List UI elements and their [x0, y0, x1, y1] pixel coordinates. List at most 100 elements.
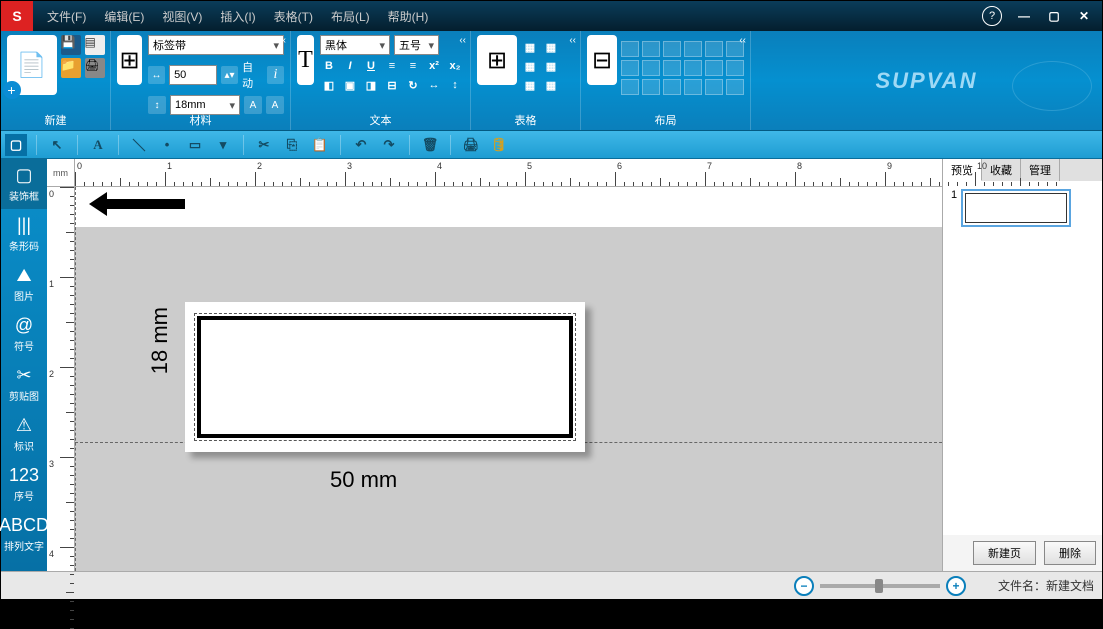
align-button[interactable] [705, 60, 723, 76]
width-field[interactable]: 50 [169, 65, 217, 85]
underline-button[interactable]: U [362, 58, 380, 74]
align-button[interactable] [705, 79, 723, 95]
insert-col-button[interactable]: ▦ [521, 58, 539, 74]
folder-icon[interactable]: 📁 [61, 58, 81, 78]
help-icon[interactable]: ? [982, 6, 1002, 26]
material-icon[interactable]: ⊞ [117, 35, 142, 85]
bold-button[interactable]: B [320, 58, 338, 74]
menu-view[interactable]: 视图(V) [156, 4, 208, 29]
shape-dropdown[interactable]: ▾ [212, 134, 234, 156]
text-tool[interactable]: A [87, 134, 109, 156]
align-button[interactable] [726, 60, 744, 76]
align-button[interactable] [705, 41, 723, 57]
merge-button[interactable]: ▦ [521, 77, 539, 93]
collapse-icon[interactable]: ‹‹ [279, 35, 286, 46]
align-button[interactable] [684, 41, 702, 57]
align-button[interactable] [684, 60, 702, 76]
align-button[interactable] [642, 79, 660, 95]
sidebar-item-7[interactable]: ABCD排列文字 [1, 509, 47, 559]
justify-right-button[interactable]: ◨ [362, 77, 380, 93]
align-button[interactable] [726, 79, 744, 95]
table-tool-icon[interactable]: ⊞ [477, 35, 517, 85]
sidebar-item-4[interactable]: ✂剪贴图 [1, 359, 47, 409]
superscript-button[interactable]: x² [425, 58, 443, 74]
spacing2-button[interactable]: ↕ [446, 77, 464, 93]
restore-button[interactable]: ▢ [1040, 6, 1068, 26]
insert-row-button[interactable]: ▦ [521, 39, 539, 55]
font-combo[interactable]: 黑体▾ [320, 35, 390, 55]
cut-button[interactable]: ✂ [253, 134, 275, 156]
collapse-icon-2[interactable]: ‹‹ [459, 35, 466, 46]
align-button[interactable] [621, 41, 639, 57]
collapse-icon-4[interactable]: ‹‹ [739, 35, 746, 46]
collapse-icon-3[interactable]: ‹‹ [569, 35, 576, 46]
menu-insert[interactable]: 插入(I) [214, 4, 261, 29]
align-center-button[interactable]: ≡ [404, 58, 422, 74]
menu-table[interactable]: 表格(T) [268, 4, 319, 29]
new-page-button[interactable]: 新建页 [973, 541, 1036, 565]
print-icon[interactable]: 🖨 [85, 58, 105, 78]
delete-page-button[interactable]: 删除 [1044, 541, 1096, 565]
sidebar-item-6[interactable]: 123序号 [1, 459, 47, 509]
print-button[interactable]: 🖨 [460, 134, 482, 156]
decor-frame-shortcut[interactable]: ▢ [5, 134, 27, 156]
menu-layout[interactable]: 布局(L) [325, 4, 376, 29]
align-button[interactable] [642, 41, 660, 57]
subscript-button[interactable]: x₂ [446, 58, 464, 74]
sidebar-item-1[interactable]: |||条形码 [1, 209, 47, 259]
layout-tool-icon[interactable]: ⊟ [587, 35, 617, 85]
sidebar-item-2[interactable]: ⛰图片 [1, 259, 47, 309]
justify-center-button[interactable]: ▣ [341, 77, 359, 93]
label-object[interactable] [185, 302, 585, 452]
italic-button[interactable]: I [341, 58, 359, 74]
fontsize-combo[interactable]: 五号▾ [394, 35, 439, 55]
minimize-button[interactable]: — [1010, 6, 1038, 26]
sidebar-item-5[interactable]: ⚠标识 [1, 409, 47, 459]
close-button[interactable]: ✕ [1070, 6, 1098, 26]
pointer-tool[interactable]: ↖ [46, 134, 68, 156]
zoom-in-button[interactable]: + [946, 576, 966, 596]
sidebar-item-3[interactable]: @符号 [1, 309, 47, 359]
database-button[interactable]: 🛢 [488, 134, 510, 156]
copy-button[interactable]: ⎘ [281, 134, 303, 156]
delete-col-button[interactable]: ▦ [542, 58, 560, 74]
line-tool[interactable]: ＼ [128, 134, 150, 156]
info-icon[interactable]: i [267, 66, 284, 84]
sidebar-item-0[interactable]: ▢装饰框 [1, 159, 47, 209]
align-button[interactable] [663, 60, 681, 76]
tab-manage[interactable]: 管理 [1021, 159, 1060, 181]
width-spin[interactable]: ▴▾ [221, 66, 238, 84]
page-thumbnail[interactable] [961, 189, 1071, 227]
menu-edit[interactable]: 编辑(E) [98, 4, 150, 29]
redo-button[interactable]: ↷ [378, 134, 400, 156]
align-left-button[interactable]: ≡ [383, 58, 401, 74]
undo-button[interactable]: ↶ [350, 134, 372, 156]
justify-left-button[interactable]: ◧ [320, 77, 338, 93]
new-document-button[interactable]: 📄 [7, 35, 57, 95]
align-button[interactable] [621, 79, 639, 95]
doc-icon[interactable]: ▤ [85, 35, 105, 55]
save-icon[interactable]: 💾 [61, 35, 81, 55]
rotate-button[interactable]: ↻ [404, 77, 422, 93]
text-tool-icon[interactable]: T [297, 35, 314, 85]
delete-button[interactable]: 🗑 [419, 134, 441, 156]
design-canvas[interactable]: 18 mm 50 mm [75, 187, 942, 571]
spacing1-button[interactable]: ↔ [425, 77, 443, 93]
split-button[interactable]: ▦ [542, 77, 560, 93]
tape-type-combo[interactable]: 标签带▾ [148, 35, 284, 55]
align-button[interactable] [621, 60, 639, 76]
rect-tool[interactable]: ▭ [184, 134, 206, 156]
menu-file[interactable]: 文件(F) [41, 4, 92, 29]
dot-tool[interactable]: • [156, 134, 178, 156]
label-border[interactable] [197, 316, 573, 438]
tab-favorite[interactable]: 收藏 [982, 159, 1021, 181]
align-button[interactable] [663, 79, 681, 95]
menu-help[interactable]: 帮助(H) [382, 4, 435, 29]
valign-button[interactable]: ⊟ [383, 77, 401, 93]
delete-row-button[interactable]: ▦ [542, 39, 560, 55]
zoom-slider[interactable] [820, 584, 940, 588]
align-button[interactable] [684, 79, 702, 95]
align-button[interactable] [663, 41, 681, 57]
paste-button[interactable]: 📋 [309, 134, 331, 156]
align-button[interactable] [642, 60, 660, 76]
